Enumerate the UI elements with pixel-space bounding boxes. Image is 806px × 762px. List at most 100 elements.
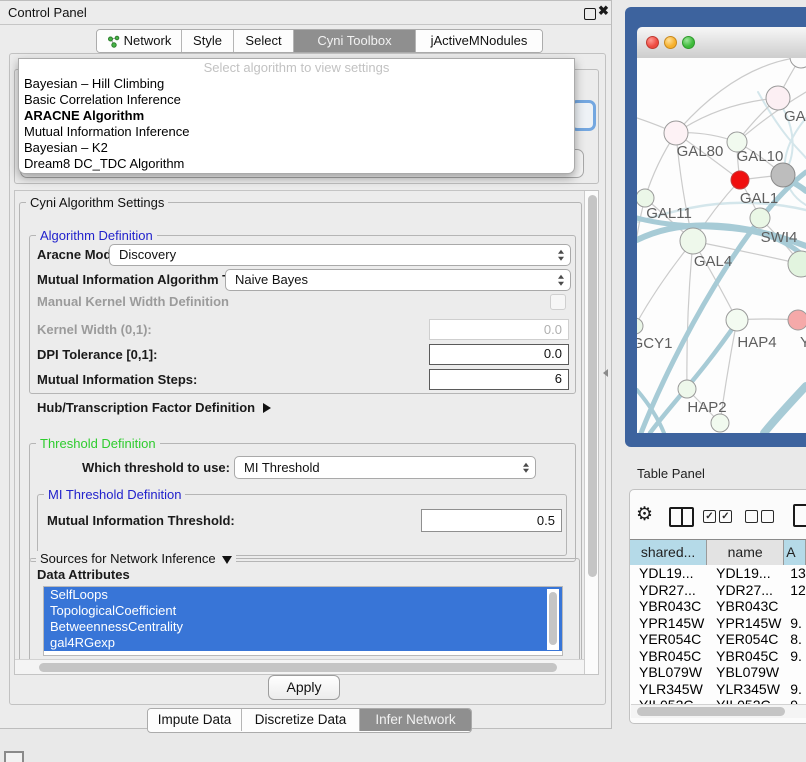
gear-icon[interactable]: ⚙ (636, 503, 653, 526)
settings-vertical-scrollbar[interactable] (584, 191, 599, 674)
network-node[interactable] (664, 121, 688, 145)
column-header-shared[interactable]: shared... (630, 540, 707, 566)
table-row[interactable]: YBR045CYBR045C9. (630, 648, 806, 665)
algorithm-dropdown-hint: Select algorithm to view settings (19, 59, 574, 76)
aracne-mode-select[interactable]: Discovery (109, 244, 571, 266)
checked-checkbox-icon[interactable]: ✓ (703, 510, 716, 523)
tab-cyni-toolbox[interactable]: Cyni Toolbox (293, 30, 415, 52)
tab-impute-data[interactable]: Impute Data (148, 709, 241, 731)
zoom-traffic-light-icon[interactable] (682, 36, 695, 49)
manual-kernel-width-checkbox[interactable] (550, 294, 566, 310)
network-edge[interactable] (637, 241, 693, 326)
close-traffic-light-icon[interactable] (646, 36, 659, 49)
column-header-name[interactable]: name (707, 540, 784, 566)
document-icon[interactable] (793, 504, 806, 527)
table-rows: YDL19...YDL19...13YDR27...YDR27...12YBR0… (630, 565, 806, 704)
column-header-a[interactable]: A (784, 540, 806, 566)
table-cell: 8. (784, 631, 806, 648)
stepper-arrows-icon (523, 462, 529, 473)
which-threshold-select[interactable]: MI Threshold (234, 456, 536, 479)
checked-checkbox-icon[interactable]: ✓ (719, 510, 732, 523)
tab-label: jActiveMNodules (431, 30, 528, 52)
table-header-row: shared...nameA (630, 539, 806, 567)
table-cell: YIL052C (707, 697, 784, 704)
network-node[interactable] (711, 414, 729, 432)
splitter-collapse-icon[interactable] (603, 369, 608, 377)
table-row[interactable]: YBL079WYBL079W (630, 664, 806, 681)
mi-algorithm-type-select[interactable]: Naive Bayes (225, 269, 571, 291)
network-window-titlebar[interactable] (637, 27, 806, 59)
network-node[interactable] (788, 310, 806, 330)
table-cell: YDR27... (707, 582, 784, 599)
mi-threshold-field[interactable]: 0.5 (421, 509, 562, 532)
table-horizontal-scrollbar[interactable] (631, 704, 806, 718)
algorithm-option-bayesian-k2[interactable]: Bayesian – K2 (19, 140, 574, 156)
table-row[interactable]: YER054CYER054C8. (630, 631, 806, 648)
table-row[interactable]: YPR145WYPR145W9. (630, 615, 806, 632)
network-node[interactable] (750, 208, 770, 228)
network-node[interactable] (680, 228, 706, 254)
data-attribute-item-gal4rgexp[interactable]: gal4RGexp (44, 635, 562, 651)
table-row[interactable]: YBR043CYBR043C (630, 598, 806, 615)
network-node[interactable] (788, 251, 806, 277)
table-row[interactable]: YLR345WYLR345W9. (630, 681, 806, 698)
unchecked-checkbox-icon[interactable] (745, 510, 758, 523)
data-attribute-item-betweennesscentrality[interactable]: BetweennessCentrality (44, 619, 562, 635)
network-icon (107, 35, 120, 48)
table-cell: YER054C (707, 631, 784, 648)
cyni-algorithm-settings-title: Cyni Algorithm Settings (26, 195, 168, 210)
network-node[interactable] (678, 380, 696, 398)
tab-network[interactable]: Network (97, 30, 181, 52)
algorithm-option-aracne-algorithm[interactable]: ARACNE Algorithm (19, 108, 574, 124)
list-scrollbar[interactable] (547, 589, 559, 650)
network-node-label: GAL10 (737, 148, 784, 165)
network-edge[interactable] (676, 98, 778, 133)
tab-style[interactable]: Style (181, 30, 233, 52)
minimize-traffic-light-icon[interactable] (664, 36, 677, 49)
table-cell: YPR145W (630, 615, 707, 632)
network-node[interactable] (637, 318, 643, 334)
cyni-settings-scrollpane: Cyni Algorithm Settings Algorithm Defini… (14, 190, 599, 675)
threshold-definition-title: Threshold Definition (36, 436, 160, 451)
network-node[interactable] (731, 171, 749, 189)
algorithm-option-dream8-dc-tdc-algorithm[interactable]: Dream8 DC_TDC Algorithm (19, 156, 574, 172)
data-attributes-list[interactable]: SelfLoopsTopologicalCoefficientBetweenne… (43, 586, 563, 656)
network-node[interactable] (766, 86, 790, 110)
apply-button[interactable]: Apply (268, 675, 340, 700)
tab-select[interactable]: Select (233, 30, 293, 52)
data-attribute-item-selfloops[interactable]: SelfLoops (44, 587, 562, 603)
tab-jactivemnodules[interactable]: jActiveMNodules (415, 30, 542, 52)
close-icon[interactable]: ✖ (598, 3, 609, 19)
algorithm-option-basic-correlation-inference[interactable]: Basic Correlation Inference (19, 92, 574, 108)
data-attribute-item-topologicalcoefficient[interactable]: TopologicalCoefficient (44, 603, 562, 619)
algorithm-option-bayesian-hill-climbing[interactable]: Bayesian – Hill Climbing (19, 76, 574, 92)
tab-discretize-data[interactable]: Discretize Data (241, 709, 359, 731)
minimized-window-chip[interactable] (4, 751, 24, 762)
dpi-tolerance-label: DPI Tolerance [0,1]: (37, 344, 157, 365)
tab-infer-network[interactable]: Infer Network (359, 709, 471, 731)
sources-group-title[interactable]: Sources for Network Inference (36, 551, 236, 566)
table-cell: YBR043C (630, 598, 707, 615)
table-row[interactable]: YDR27...YDR27...12 (630, 582, 806, 599)
table-cell: YPR145W (707, 615, 784, 632)
dpi-tolerance-field[interactable]: 0.0 (429, 344, 569, 365)
algorithm-option-mutual-information-inference[interactable]: Mutual Information Inference (19, 124, 574, 140)
hub-definition-disclosure[interactable]: Hub/Transcription Factor Definition (37, 400, 271, 416)
split-columns-icon[interactable] (669, 507, 694, 527)
network-edge-highlighted[interactable] (764, 386, 806, 433)
table-row[interactable]: YDL19...YDL19...13 (630, 565, 806, 582)
network-node[interactable] (790, 58, 806, 68)
network-edge[interactable] (687, 241, 693, 389)
network-node[interactable] (771, 163, 795, 187)
kernel-width-field[interactable]: 0.0 (429, 319, 569, 340)
table-row[interactable]: YIL052CYIL052C9 (630, 697, 806, 704)
mi-steps-field[interactable]: 6 (429, 369, 569, 390)
unchecked-checkbox-icon[interactable] (761, 510, 774, 523)
network-node[interactable] (726, 309, 748, 331)
network-node-label: GAL1 (740, 190, 778, 207)
float-window-icon[interactable] (584, 8, 596, 20)
settings-horizontal-scrollbar[interactable] (15, 659, 584, 675)
table-cell: YBL079W (707, 664, 784, 681)
network-node-label: Y (800, 334, 806, 351)
control-panel-window: Control Panel ✖ NetworkStyleSelectCyni T… (0, 0, 612, 729)
